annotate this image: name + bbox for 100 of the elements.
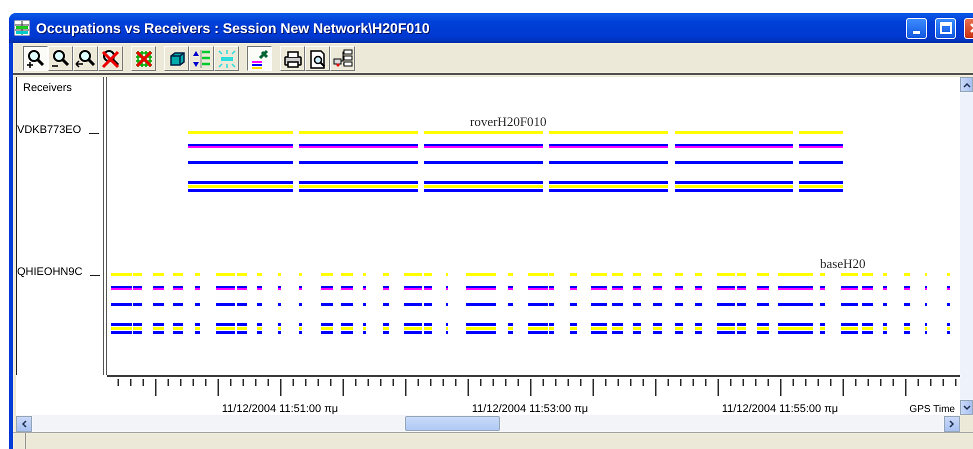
occupation-bar xyxy=(653,323,662,334)
spread-button[interactable] xyxy=(214,46,239,70)
occupation-bar xyxy=(237,323,247,334)
printer-button[interactable] xyxy=(280,46,305,70)
scroll-right-button[interactable] xyxy=(944,416,960,432)
occupation-bar xyxy=(883,273,887,276)
occupation-bar xyxy=(883,286,887,290)
occupation-bar xyxy=(299,303,302,306)
occupation-bar xyxy=(383,273,389,276)
occupation-bar xyxy=(195,323,200,334)
occupation-bar xyxy=(257,323,262,334)
occupation-bar xyxy=(173,273,183,276)
occupation-bar xyxy=(466,323,496,334)
occupation-bar xyxy=(841,286,858,290)
occupation-bar xyxy=(363,286,366,290)
occupation-bar xyxy=(383,286,389,290)
occupation-bar xyxy=(633,303,641,306)
zoom-out-button[interactable] xyxy=(48,46,73,70)
occupation-bar xyxy=(257,286,262,290)
occupation-bar xyxy=(653,273,662,276)
occupation-bar xyxy=(278,286,281,290)
minimize-button[interactable] xyxy=(906,18,927,38)
occupation-bar xyxy=(717,286,735,290)
occupation-bar xyxy=(216,273,235,276)
zoom-back-button[interactable] xyxy=(73,46,98,70)
occupation-bar xyxy=(612,273,623,276)
occupation-bar xyxy=(173,303,183,306)
occupation-bar xyxy=(237,273,247,276)
occupation-bar xyxy=(904,303,910,306)
scroll-down-button[interactable] xyxy=(960,400,973,415)
occupation-bar xyxy=(321,303,333,306)
occupation-bar xyxy=(737,323,746,334)
occupation-bar xyxy=(612,303,623,306)
occupation-bar xyxy=(341,323,353,334)
scroll-left-button[interactable] xyxy=(16,416,32,432)
occupation-bar xyxy=(862,303,873,306)
zoom-in-icon xyxy=(25,48,46,68)
minimize-icon xyxy=(913,30,920,34)
satellite-button[interactable] xyxy=(247,46,272,70)
occupation-bar xyxy=(820,303,825,306)
occupation-bar xyxy=(570,286,577,290)
window-title: Occupations vs Receivers : Session New Network\H20F010 xyxy=(36,20,431,36)
occupation-bar xyxy=(695,286,702,290)
occupation-bar xyxy=(278,273,281,276)
occupation-bar xyxy=(799,161,843,164)
occupation-bar xyxy=(299,323,302,334)
occupation-bar xyxy=(341,273,353,276)
scrollbar-thumb[interactable] xyxy=(405,416,500,431)
maximize-button[interactable] xyxy=(935,18,956,38)
occupation-bar xyxy=(778,273,813,276)
occupation-bar xyxy=(237,303,247,306)
tree-button[interactable] xyxy=(330,46,355,70)
occupation-bar xyxy=(404,323,422,334)
occupation-bar xyxy=(799,131,843,134)
occupation-bar xyxy=(612,323,623,334)
occupation-bar xyxy=(757,286,769,290)
occupation-bar xyxy=(466,303,496,306)
scroll-up-button[interactable] xyxy=(960,77,973,92)
occupation-bar xyxy=(570,323,577,334)
occupation-bar xyxy=(424,286,432,290)
occupation-bar xyxy=(591,273,607,276)
zoom-cancel-button[interactable] xyxy=(98,46,123,70)
occupation-bar xyxy=(675,323,683,334)
occupation-bar xyxy=(862,286,873,290)
occupation-bar xyxy=(237,286,247,290)
arrange-button[interactable] xyxy=(189,46,214,70)
occupation-bar xyxy=(820,286,825,290)
axis-label: 11/12/2004 11:55:00 πμ xyxy=(722,403,838,415)
occupation-bar xyxy=(153,286,164,290)
print-preview-button[interactable] xyxy=(305,46,330,70)
receiver-label: QHIEOHN9C xyxy=(17,265,82,280)
occupation-bar xyxy=(633,323,641,334)
occupation-bar xyxy=(153,303,164,306)
occupation-bar xyxy=(612,286,623,290)
occupation-bar xyxy=(675,303,683,306)
spread-icon xyxy=(216,48,237,68)
occupation-bar xyxy=(778,286,813,290)
occupation-bar xyxy=(508,323,513,334)
zoom-cancel-icon xyxy=(100,48,121,68)
occupation-bar xyxy=(257,273,262,276)
occupation-bar xyxy=(717,303,735,306)
occupation-bar xyxy=(591,303,607,306)
occupation-bar xyxy=(278,303,281,306)
occupation-bar xyxy=(841,323,858,334)
grid-cancel-button[interactable] xyxy=(131,46,156,70)
occupation-bar xyxy=(570,273,577,276)
cube-button[interactable] xyxy=(164,46,189,70)
occupation-bar xyxy=(508,286,513,290)
occupation-bar xyxy=(717,273,735,276)
occupation-bar xyxy=(466,273,496,276)
occupation-bar xyxy=(737,273,746,276)
occupation-bar xyxy=(737,286,746,290)
occupation-bar xyxy=(633,273,641,276)
occupation-bar xyxy=(383,303,389,306)
occupation-bar xyxy=(757,273,769,276)
occupation-bar xyxy=(404,303,422,306)
arrange-icon xyxy=(191,48,212,68)
zoom-in-button[interactable] xyxy=(23,46,48,70)
occupation-bar xyxy=(904,323,910,334)
occupation-bar xyxy=(862,323,873,334)
